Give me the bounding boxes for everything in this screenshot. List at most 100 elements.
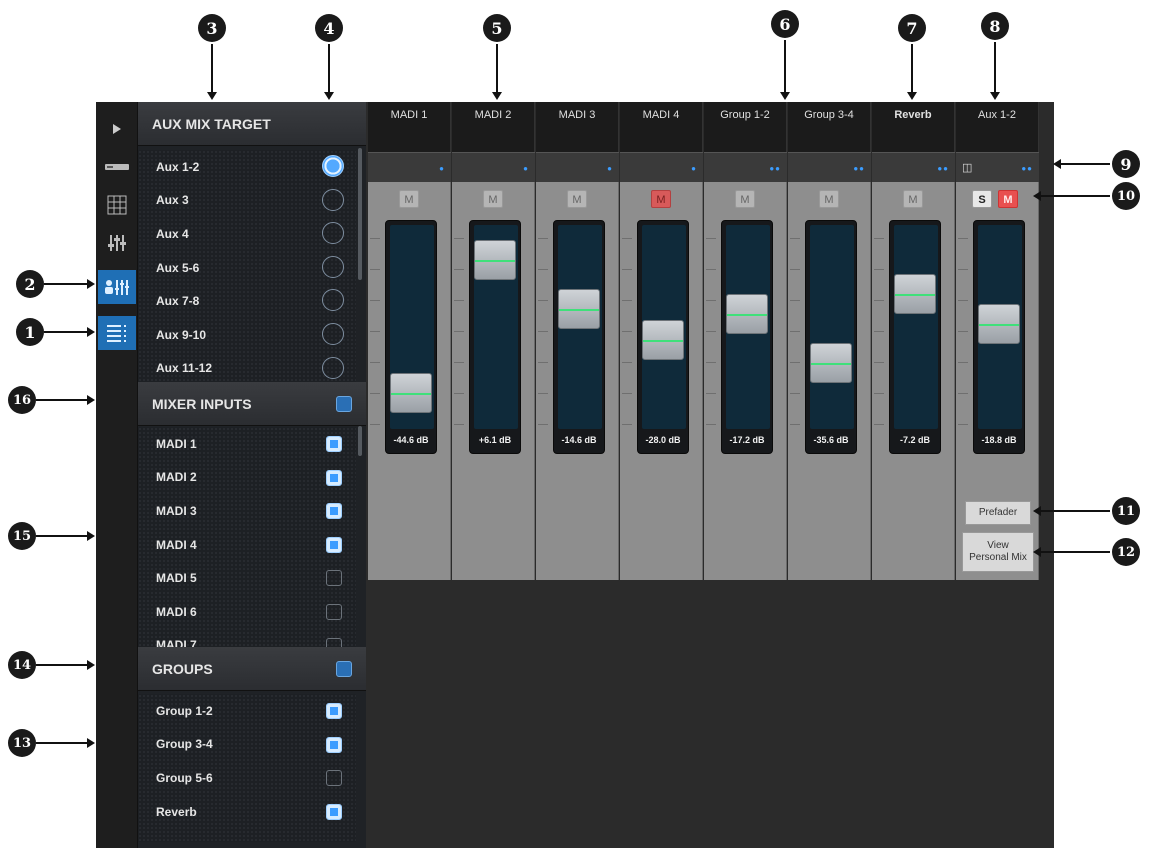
fader-track[interactable]: -7.2 dB [889, 220, 941, 454]
list-item[interactable]: MADI 3 [138, 494, 356, 528]
routing-button[interactable] [98, 190, 136, 220]
channel-routing[interactable]: ● [368, 152, 451, 182]
mute-button[interactable]: M [998, 190, 1018, 208]
routing-indicator-icon: ●● [769, 164, 781, 173]
checkbox[interactable] [326, 603, 342, 620]
channel-routing[interactable]: ● [452, 152, 535, 182]
radio[interactable] [322, 255, 344, 278]
aux-mix-target-list[interactable]: Aux 1-2 Aux 3 Aux 4 Aux 5-6 Aux 7-8 Aux … [138, 150, 356, 382]
channel-routing[interactable]: ●● [704, 152, 787, 182]
fader-track[interactable]: -18.8 dB [973, 220, 1025, 454]
list-item[interactable]: Aux 11-12 [138, 352, 356, 382]
mute-button[interactable]: M [651, 190, 671, 208]
list-item[interactable]: Aux 7-8 [138, 284, 356, 318]
fader-track[interactable]: -44.6 dB [385, 220, 437, 454]
checkbox-checked[interactable] [326, 536, 342, 553]
checkbox-checked[interactable] [326, 503, 342, 520]
arrow-7 [907, 44, 917, 100]
list-item[interactable]: Group 1-2 [138, 694, 356, 728]
scale-tick [538, 331, 548, 332]
link-icon[interactable]: ◫ [962, 161, 972, 174]
list-item[interactable]: Group 3-4 [138, 728, 356, 762]
checkbox-checked[interactable] [326, 803, 342, 820]
scale-tick [370, 424, 380, 425]
list-item[interactable]: MADI 5 [138, 561, 356, 595]
mute-button[interactable]: M [819, 190, 839, 208]
fader-track[interactable]: +6.1 dB [469, 220, 521, 454]
radio[interactable] [322, 188, 344, 211]
list-item[interactable]: Group 5-6 [138, 761, 356, 795]
prefader-button[interactable]: Prefader [965, 501, 1031, 525]
personal-mix-line1: View [987, 540, 1009, 551]
routing-indicator-icon: ● [439, 164, 445, 173]
play-arrow-icon [113, 124, 121, 134]
channel-routing[interactable]: ◫ ●● [956, 152, 1039, 182]
fader-handle[interactable] [978, 304, 1020, 344]
mute-button[interactable]: M [735, 190, 755, 208]
expand-button[interactable] [98, 114, 136, 144]
fader-track[interactable]: -28.0 dB [637, 220, 689, 454]
mixer-inputs-toggle[interactable] [336, 396, 352, 412]
fader-handle[interactable] [726, 294, 768, 334]
scale-tick [538, 362, 548, 363]
channel-routing[interactable]: ● [536, 152, 619, 182]
mute-button[interactable]: M [399, 190, 419, 208]
groups-list[interactable]: Group 1-2 Group 3-4 Group 5-6 Reverb [138, 694, 356, 842]
checkbox-checked[interactable] [326, 469, 342, 486]
solo-button[interactable]: S [972, 190, 992, 208]
mixer-button[interactable] [98, 228, 136, 258]
list-item[interactable]: Reverb [138, 795, 356, 829]
fader-handle[interactable] [474, 240, 516, 280]
list-item[interactable]: MADI 4 [138, 528, 356, 562]
channel-routing[interactable]: ● [620, 152, 703, 182]
list-item[interactable]: MADI 6 [138, 595, 356, 629]
callout-3: 3 [198, 14, 226, 42]
arrow-8 [990, 42, 1000, 100]
radio[interactable] [322, 289, 344, 312]
list-view-button[interactable] [98, 316, 136, 350]
radio[interactable] [322, 322, 344, 345]
list-item[interactable]: MADI 1 [138, 427, 356, 461]
fader-track[interactable]: -35.6 dB [805, 220, 857, 454]
channel-routing[interactable]: ●● [788, 152, 871, 182]
fader-handle[interactable] [894, 274, 936, 314]
list-item[interactable]: Aux 9-10 [138, 318, 356, 352]
mute-button[interactable]: M [483, 190, 503, 208]
list-item[interactable]: Aux 3 [138, 184, 356, 218]
routing-indicator-icon: ●● [853, 164, 865, 173]
aux-mix-button[interactable] [98, 270, 136, 304]
scale-tick [958, 393, 968, 394]
fader-handle[interactable] [642, 320, 684, 360]
inputs-list-scrollbar[interactable] [358, 426, 362, 456]
fader-scale [790, 238, 802, 425]
fader-background [894, 225, 938, 429]
radio[interactable] [322, 356, 344, 379]
scale-tick [790, 300, 800, 301]
checkbox-checked[interactable] [326, 436, 342, 452]
channel-routing[interactable]: ●● [872, 152, 955, 182]
list-item[interactable]: Aux 4 [138, 217, 356, 251]
mute-button[interactable]: M [903, 190, 923, 208]
mute-button[interactable]: M [567, 190, 587, 208]
aux-list-scrollbar[interactable] [358, 148, 362, 280]
list-item[interactable]: MADI 7 [138, 629, 356, 649]
list-item[interactable]: Aux 5-6 [138, 251, 356, 285]
radio-selected[interactable] [322, 155, 344, 177]
list-item[interactable]: Aux 1-2 [138, 150, 356, 184]
groups-toggle[interactable] [336, 661, 352, 677]
checkbox[interactable] [326, 770, 342, 787]
checkbox-checked[interactable] [326, 703, 342, 719]
list-item[interactable]: MADI 2 [138, 461, 356, 495]
fader-handle[interactable] [810, 343, 852, 383]
checkbox-checked[interactable] [326, 736, 342, 753]
device-icon [105, 164, 129, 170]
view-personal-mix-button[interactable]: View Personal Mix [962, 532, 1034, 572]
mixer-inputs-list[interactable]: MADI 1 MADI 2 MADI 3 MADI 4 MADI 5 MADI … [138, 427, 356, 649]
fader-track[interactable]: -14.6 dB [553, 220, 605, 454]
checkbox[interactable] [326, 570, 342, 587]
fader-track[interactable]: -17.2 dB [721, 220, 773, 454]
fader-handle[interactable] [390, 373, 432, 413]
device-button[interactable] [98, 152, 136, 182]
radio[interactable] [322, 222, 344, 245]
fader-handle[interactable] [558, 289, 600, 329]
